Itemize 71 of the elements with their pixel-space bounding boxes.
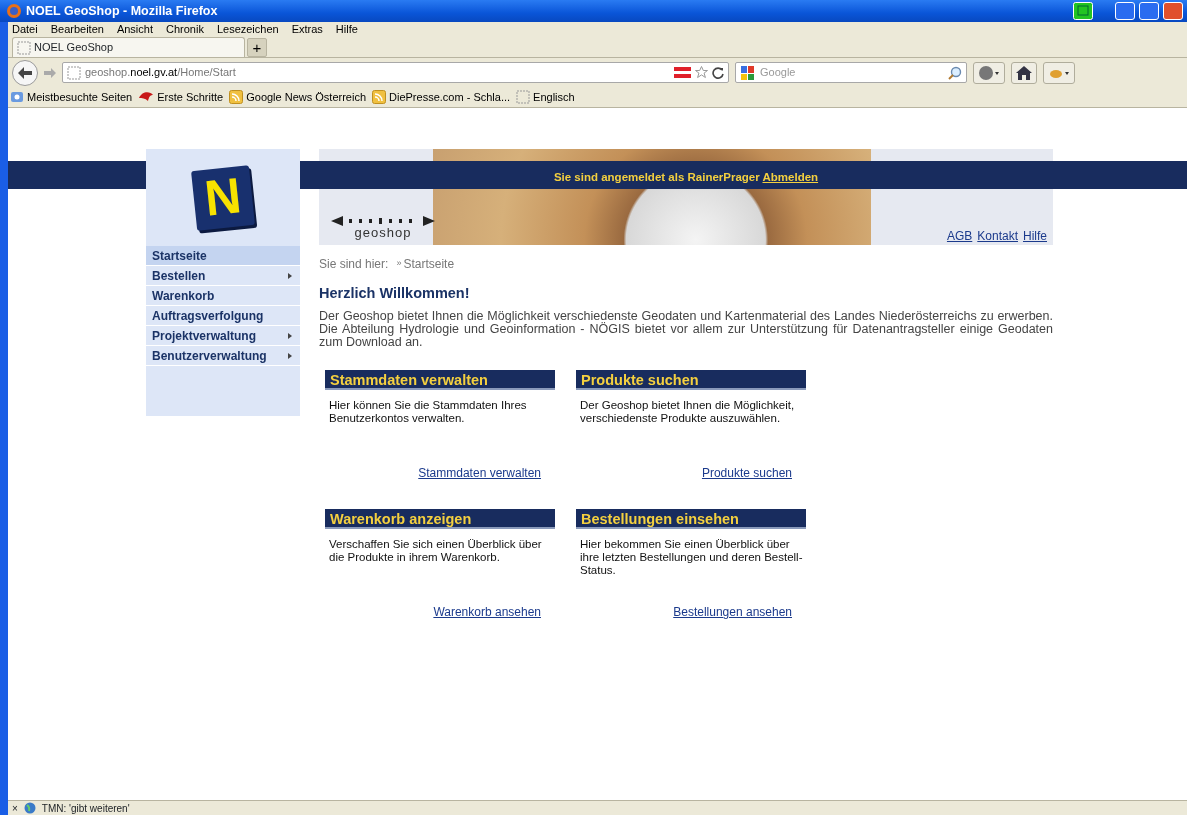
menu-item[interactable]: Ansicht [116, 20, 153, 38]
card-link[interactable]: Stammdaten verwalten [418, 464, 541, 483]
header-link[interactable]: Kontakt [977, 227, 1018, 245]
logout-link[interactable]: Abmelden [762, 171, 819, 183]
back-button[interactable] [12, 59, 38, 86]
card-link[interactable]: Produkte suchen [701, 464, 792, 483]
card-link[interactable]: Warenkorb ansehen [433, 603, 541, 622]
reload-icon[interactable] [712, 66, 724, 79]
card-title: Bestellungen einsehen [576, 509, 806, 530]
card-description: Hier können Sie die Stammdaten Ihres Benutzerkontos verwalten. [329, 399, 528, 426]
globe-icon [23, 802, 36, 814]
window-title: NOEL GeoShop - Mozilla Firefox [26, 2, 218, 20]
page-heading: Herzlich Willkommen! [319, 285, 471, 303]
geoshop-logo[interactable]: geoshop [331, 216, 435, 239]
card-link[interactable]: Bestellungen ansehen [673, 603, 792, 622]
feed-icon [229, 90, 244, 104]
home-button[interactable] [1011, 61, 1037, 84]
search-bar[interactable]: Google [735, 62, 967, 83]
bookmark-link[interactable]: Erste Schritte [138, 88, 224, 106]
breadcrumb-label: Sie sind hier: [319, 256, 389, 273]
sidebar-item[interactable]: Auftragsverfolgung [146, 306, 300, 326]
card-title: Stammdaten verwalten [325, 370, 555, 391]
intro-paragraph: Der Geoshop bietet Ihnen die Möglichkeit verschiedenste Geodaten und Kartenmaterial des Landes Niederösterreichs zu erwerben. Die Abteilung Hydrologie und Geoinformation - NÖGIS bietet vor allem zur Unterstützung für Datenantragsteller einige Geodaten zum Download an. [319, 310, 1053, 350]
card-description: Der Geoshop bietet Ihnen die Möglichkeit, verschiedenste Produkte auszuwählen. [580, 399, 796, 426]
header-link[interactable]: AGB [946, 227, 973, 245]
bookmark-link[interactable]: Meistbesuchte Seiten [10, 88, 133, 106]
card-title: Produkte suchen [576, 370, 806, 391]
page-icon [67, 65, 81, 80]
printer-icon[interactable] [1073, 2, 1093, 20]
breadcrumb-item[interactable]: Startseite [403, 255, 455, 273]
address-field[interactable]: geoshop.noel.gv.at/Home/Start [62, 62, 729, 83]
sidebar-item[interactable]: Projektverwaltung [146, 326, 300, 346]
close-button[interactable] [1163, 2, 1183, 20]
feed-icon [372, 90, 387, 104]
browser-logo-icon [6, 3, 22, 19]
header-link[interactable]: Hilfe [1023, 227, 1047, 245]
card-description: Verschaffen Sie sich einen Überblick über die Produkte in ihrem Warenkorb. [329, 538, 543, 565]
maximize-button[interactable] [1139, 2, 1159, 20]
sidebar-item[interactable]: Bestellen [146, 266, 300, 286]
sidebar-item[interactable]: Startseite [146, 246, 300, 266]
menu-item[interactable]: Lesezeichen [216, 20, 279, 38]
back-arrow-icon [18, 66, 32, 79]
search-icon[interactable] [948, 65, 962, 80]
browser-tab[interactable]: NOEL GeoShop [12, 37, 245, 57]
status-text: TMN: 'gibt weiteren' [41, 801, 130, 815]
minimize-button[interactable] [1115, 2, 1135, 20]
search-engine-icon[interactable] [740, 64, 756, 81]
logo[interactable]: N [191, 164, 255, 231]
star-icon[interactable] [695, 66, 708, 79]
bookmark-link[interactable]: Englisch [516, 88, 575, 106]
flag-icon [674, 67, 691, 78]
menu-item[interactable]: Bearbeiten [50, 20, 104, 38]
card-description: Hier bekommen Sie einen Überblick über ihre letzten Bestellungen und deren Bestell-Status. [580, 538, 804, 578]
sidebar-item[interactable]: Benutzerverwaltung [146, 346, 300, 366]
status-close-button[interactable]: × [12, 800, 18, 815]
bookmark-link[interactable]: Google News Österreich [229, 88, 367, 106]
breadcrumb-separator: » [396, 257, 402, 271]
sidebar-item[interactable]: Warenkorb [146, 286, 300, 306]
menu-item[interactable]: Chronik [166, 20, 204, 38]
home-icon [1016, 65, 1032, 80]
menu-item[interactable]: Datei [12, 20, 38, 38]
bookmark-link[interactable]: DiePresse.com - Schla... [372, 88, 511, 106]
card-title: Warenkorb anzeigen [325, 509, 555, 530]
page-icon [17, 40, 31, 55]
menu-item[interactable]: Extras [291, 20, 323, 38]
page-icon [516, 90, 531, 104]
login-status-text: Sie sind angemeldet als RainerPrager [553, 171, 761, 183]
folder-icon [10, 90, 24, 104]
menu-item[interactable]: Hilfe [335, 20, 358, 38]
new-tab-button[interactable]: + [247, 38, 267, 57]
adblock-button[interactable] [973, 61, 1005, 84]
